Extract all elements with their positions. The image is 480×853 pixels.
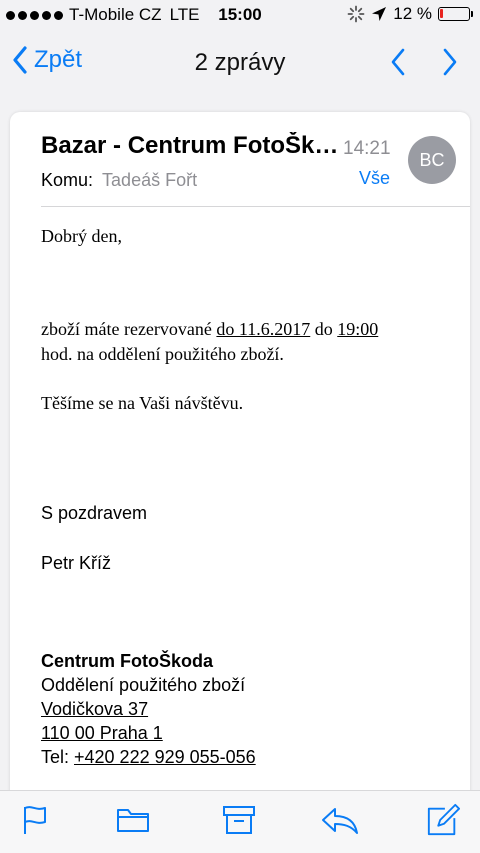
network-type: LTE — [169, 5, 200, 24]
phone-label: Tel: — [41, 747, 75, 767]
department: Oddělení použitého zboží — [41, 675, 246, 695]
archive-icon — [223, 806, 255, 834]
message-navigation — [390, 48, 458, 76]
status-bar: T-Mobile CZ LTE 15:00 12 % — [0, 0, 480, 32]
activity-spinner-icon — [347, 5, 365, 23]
carrier: T-Mobile CZ — [69, 5, 162, 24]
company-name: Centrum FotoŠkoda — [41, 651, 214, 671]
signer-name: Petr Kříž — [41, 553, 112, 573]
closing-line: Těšíme se na Vaši návštěvu. — [41, 393, 244, 413]
reservation-time-link[interactable]: 19:00 — [337, 319, 378, 339]
reply-button[interactable] — [320, 803, 360, 837]
sender-avatar[interactable]: BC — [408, 136, 456, 184]
to-label: Komu: — [41, 170, 94, 190]
regards: S pozdravem — [41, 503, 148, 523]
greeting: Dobrý den, — [41, 226, 122, 246]
move-to-folder-button[interactable] — [116, 803, 150, 837]
recipient-row: Komu: Tadeáš Fořt — [41, 170, 197, 191]
signal-dots-icon — [6, 10, 63, 20]
reservation-text-mid: do — [310, 319, 338, 339]
flag-button[interactable] — [18, 803, 52, 837]
street-address-link[interactable]: Vodičkova 37 — [41, 699, 148, 720]
show-all-recipients-link[interactable]: Vše — [359, 168, 390, 189]
city-address-link[interactable]: 110 00 Praha 1 — [41, 723, 163, 744]
next-message-icon[interactable] — [442, 48, 458, 76]
header-divider — [41, 206, 470, 207]
compose-icon — [427, 803, 460, 836]
reply-icon — [322, 808, 358, 834]
recipient-name[interactable]: Tadeáš Fořt — [102, 170, 197, 190]
phone-link[interactable]: +420 222 929 055-056 — [74, 747, 256, 767]
message-card: Bazar - Centrum FotoŠkoda 14:21 BC Komu:… — [10, 112, 470, 802]
compose-button[interactable] — [426, 803, 460, 837]
navigation-bar: Zpět 2 zprávy — [0, 32, 480, 94]
flag-icon — [24, 806, 46, 834]
message-time: 14:21 — [343, 138, 391, 159]
message-subject: Bazar - Centrum FotoŠkoda — [41, 132, 341, 159]
status-left: T-Mobile CZ LTE — [6, 5, 200, 25]
archive-button[interactable] — [222, 803, 256, 837]
battery-level — [440, 9, 443, 18]
folder-icon — [117, 809, 149, 832]
reservation-text: zboží máte rezervované — [41, 319, 217, 339]
previous-message-icon[interactable] — [390, 48, 406, 76]
bottom-toolbar — [0, 790, 480, 853]
location-arrow-icon — [372, 7, 387, 21]
reservation-date-link[interactable]: do 11.6.2017 — [216, 319, 310, 339]
reservation-line: zboží máte rezervované do 11.6.2017 do 1… — [41, 319, 378, 340]
status-right: 12 % — [347, 4, 473, 24]
phone-row: Tel: +420 222 929 055-056 — [41, 747, 256, 768]
battery-percent: 12 % — [393, 4, 432, 23]
reservation-line-2: hod. na oddělení použitého zboží. — [41, 344, 284, 364]
battery-icon — [438, 7, 473, 21]
